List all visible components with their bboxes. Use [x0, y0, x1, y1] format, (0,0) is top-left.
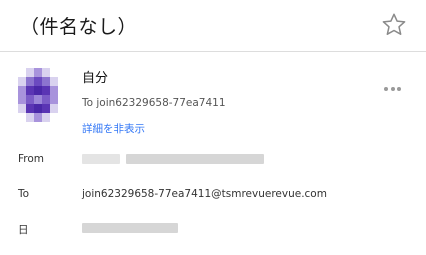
- hide-details-link[interactable]: 詳細を非表示: [82, 121, 145, 136]
- star-icon[interactable]: [380, 11, 408, 39]
- redacted-from-address: [126, 154, 264, 164]
- date-label: 日: [18, 224, 29, 236]
- avatar: [18, 68, 58, 122]
- message-header: （件名なし）: [0, 0, 426, 52]
- to-address[interactable]: join62329658-77ea7411@tsmrevuerevue.com: [82, 188, 327, 200]
- recipient-summary: To join62329658-77ea7411: [82, 97, 226, 109]
- from-label: From: [18, 153, 45, 165]
- subject-title: （件名なし）: [20, 16, 138, 38]
- to-label: To: [18, 188, 30, 200]
- sender-name: 自分: [82, 71, 109, 86]
- more-horizontal-icon[interactable]: [384, 78, 406, 92]
- redacted-from-name: [82, 154, 120, 164]
- redacted-date: [82, 223, 178, 233]
